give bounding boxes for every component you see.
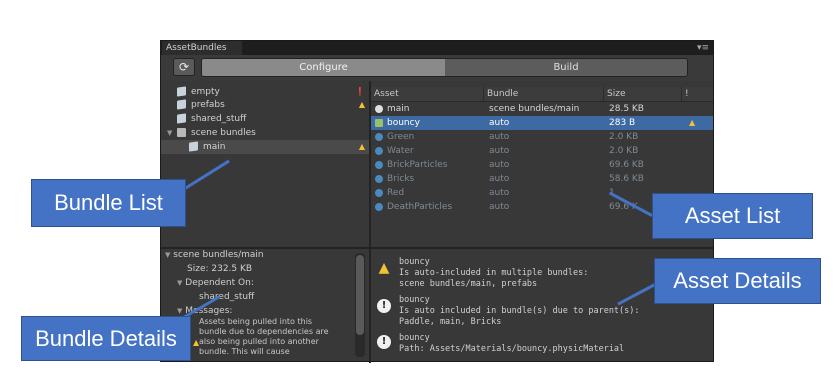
asset-name: bouncy [387, 118, 420, 128]
callout-asset-details: Asset Details [654, 258, 821, 304]
column-header-size[interactable]: Size [603, 87, 681, 101]
prefab-icon [375, 175, 383, 183]
asset-size: 69.6 KB [609, 160, 644, 170]
bundle-cube-icon [177, 86, 186, 97]
tab-build[interactable]: Build [445, 59, 687, 76]
asset-message-text: bouncy Is auto-included in multiple bund… [399, 257, 589, 289]
asset-size: 2.0 KB [609, 132, 639, 142]
bundle-item-empty[interactable]: empty ❗ [161, 85, 369, 99]
asset-message-text: bouncy Is auto included in bundle(s) due… [399, 295, 640, 327]
bundle-details-panel: ▼ scene bundles/main Size: 232.5 KB ▼ De… [161, 249, 369, 361]
callout-bundle-details: Bundle Details [21, 316, 191, 361]
material-icon [375, 133, 383, 141]
folder-icon [177, 128, 186, 137]
warning-icon: ▲ [689, 118, 696, 127]
expand-arrow-icon[interactable]: ▼ [167, 126, 175, 140]
info-icon: ❗ [355, 87, 365, 96]
asset-name: Green [387, 132, 415, 142]
window-titlebar: AssetBundles ▾≡ [161, 41, 713, 55]
toolbar: ⟳ Configure Build [161, 55, 713, 81]
window-tab-assetbundles[interactable]: AssetBundles [162, 41, 242, 55]
material-icon [375, 147, 383, 155]
bundle-item-prefabs[interactable]: prefabs ▲ [161, 98, 369, 112]
asset-message: ! bouncy Path: Assets/Materials/bouncy.p… [377, 333, 707, 357]
callout-bundle-list: Bundle List [31, 179, 186, 227]
bundle-details-title-text: scene bundles/main [173, 250, 264, 260]
asset-row[interactable]: BrickParticles auto 69.6 KB [371, 158, 713, 172]
prefab-icon [375, 203, 383, 211]
prefab-icon [375, 161, 383, 169]
asset-name: DeathParticles [387, 202, 453, 212]
info-icon: ! [377, 335, 391, 349]
asset-size: 283 B [609, 118, 636, 128]
asset-bundle: auto [489, 160, 510, 170]
bundle-item-label: empty [191, 87, 220, 97]
bundle-cube-icon [189, 141, 198, 152]
tab-configure[interactable]: Configure [202, 59, 445, 76]
warning-icon: ▲ [358, 142, 365, 151]
asset-bundle: auto [489, 188, 510, 198]
asset-bundle: scene bundles/main [489, 104, 580, 114]
menu-icon[interactable]: ▾≡ [697, 43, 709, 53]
bundle-cube-icon [177, 113, 186, 124]
refresh-button[interactable]: ⟳ [173, 58, 195, 76]
asset-name: Water [387, 146, 414, 156]
asset-row[interactable]: Green auto 2.0 KB [371, 130, 713, 144]
bundle-list: empty ❗ prefabs ▲ shared_stuff ▼ scene b… [161, 81, 369, 247]
assetbundles-window: AssetBundles ▾≡ ⟳ Configure Build empty … [160, 40, 714, 363]
bundle-message-text: Assets being pulled into this bundle due… [199, 317, 329, 356]
expand-arrow-icon: ▼ [177, 279, 183, 287]
warning-icon: ▲ [358, 100, 365, 109]
bundle-item-scene-bundles[interactable]: ▼ scene bundles [161, 126, 369, 140]
mode-tabs: Configure Build [201, 58, 688, 77]
bundle-cube-icon [177, 99, 186, 110]
asset-bundle: auto [489, 146, 510, 156]
asset-name: Bricks [387, 174, 415, 184]
scene-asset-icon [375, 105, 383, 113]
bundle-item-label: main [203, 142, 226, 152]
material-icon [375, 189, 383, 197]
asset-bundle: auto [489, 174, 510, 184]
asset-row[interactable]: Water auto 2.0 KB [371, 144, 713, 158]
bundle-item-shared-stuff[interactable]: shared_stuff [161, 112, 369, 126]
bundle-item-label: prefabs [191, 100, 225, 110]
bundle-item-label: scene bundles [191, 128, 256, 138]
column-header-asset[interactable]: Asset [371, 87, 483, 101]
bundle-item-main[interactable]: main ▲ [161, 140, 369, 154]
asset-bundle: auto [489, 132, 510, 142]
scrollbar-thumb[interactable] [356, 255, 364, 335]
callout-asset-list: Asset List [652, 193, 813, 239]
dependent-on-header[interactable]: ▼ Dependent On: [177, 277, 254, 290]
bundle-size: Size: 232.5 KB [187, 264, 253, 274]
asset-row[interactable]: Bricks auto 58.6 KB [371, 172, 713, 186]
asset-row[interactable]: main scene bundles/main 28.5 KB [371, 102, 713, 116]
bundle-details-scrollbar[interactable] [355, 253, 365, 357]
asset-name: Red [387, 188, 405, 198]
warning-icon: ▲ [378, 260, 390, 276]
info-icon: ! [377, 299, 391, 313]
bundle-details-title[interactable]: ▼ scene bundles/main [165, 249, 264, 262]
asset-bundle: auto [489, 202, 510, 212]
refresh-icon: ⟳ [178, 60, 190, 74]
bundle-item-label: shared_stuff [191, 114, 247, 124]
column-header-bundle[interactable]: Bundle [483, 87, 603, 101]
asset-size: 2.0 KB [609, 146, 639, 156]
asset-size: 28.5 KB [609, 104, 644, 114]
expand-arrow-icon: ▼ [165, 251, 171, 259]
expand-arrow-icon: ▼ [177, 307, 183, 315]
physics-material-icon [375, 119, 383, 127]
asset-size: 58.6 KB [609, 174, 644, 184]
column-header-status[interactable]: ! [681, 87, 703, 101]
asset-message-text: bouncy Path: Assets/Materials/bouncy.phy… [399, 333, 625, 354]
asset-bundle: auto [489, 118, 510, 128]
asset-row[interactable]: bouncy auto 283 B ▲ [371, 116, 713, 130]
asset-name: BrickParticles [387, 160, 448, 170]
dependent-on-label: Dependent On: [185, 278, 254, 288]
asset-name: main [387, 104, 410, 114]
asset-list-header: Asset Bundle Size ! [371, 87, 713, 102]
